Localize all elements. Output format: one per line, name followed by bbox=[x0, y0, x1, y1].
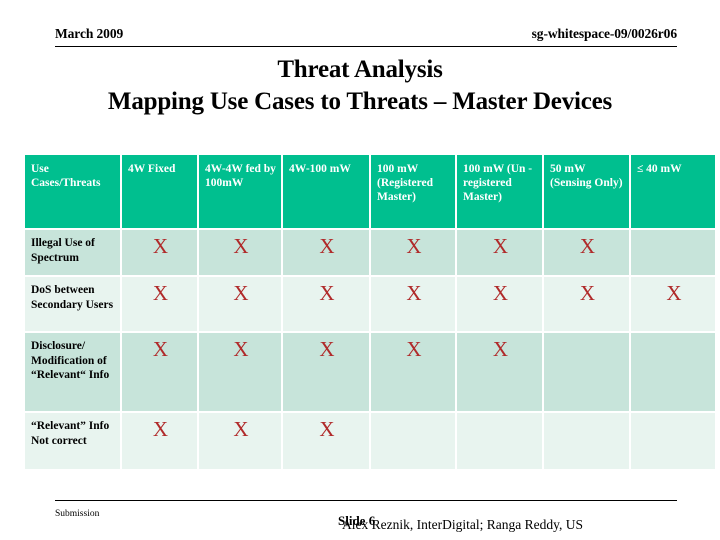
column-header-40mw: ≤ 40 mW bbox=[631, 155, 715, 228]
x-mark-icon: X bbox=[406, 337, 422, 361]
row-label: Disclosure/ Modification of “Relevant“ I… bbox=[25, 333, 120, 411]
x-mark-icon: X bbox=[233, 417, 249, 441]
threat-matrix-table: Use Cases/Threats 4W Fixed 4W-4W fed by … bbox=[23, 153, 717, 471]
cell-mark: X bbox=[122, 230, 197, 275]
x-mark-icon: X bbox=[406, 281, 422, 305]
cell-mark: X bbox=[199, 413, 281, 469]
header-divider bbox=[55, 46, 677, 47]
x-mark-icon: X bbox=[666, 281, 682, 305]
table-row: “Relevant” Info Not correct X X X bbox=[25, 413, 715, 469]
x-mark-icon: X bbox=[233, 337, 249, 361]
table-row: DoS between Secondary Users X X X X X X … bbox=[25, 277, 715, 331]
cell-mark: X bbox=[283, 230, 369, 275]
cell-mark: X bbox=[199, 333, 281, 411]
table-header-row: Use Cases/Threats 4W Fixed 4W-4W fed by … bbox=[25, 155, 715, 228]
row-label: Illegal Use of Spectrum bbox=[25, 230, 120, 275]
cell-mark: X bbox=[457, 277, 542, 331]
table-header-row-group: Use Cases/Threats 4W Fixed 4W-4W fed by … bbox=[25, 155, 715, 228]
cell-empty bbox=[631, 230, 715, 275]
cell-mark: X bbox=[371, 333, 455, 411]
x-mark-icon: X bbox=[152, 234, 169, 258]
cell-mark: X bbox=[283, 277, 369, 331]
cell-mark: X bbox=[283, 333, 369, 411]
cell-mark: X bbox=[371, 277, 455, 331]
header-document-id: sg-whitespace-09/0026r06 bbox=[531, 26, 677, 41]
cell-mark: X bbox=[283, 413, 369, 469]
cell-mark: X bbox=[371, 230, 455, 275]
x-mark-icon: X bbox=[319, 417, 335, 441]
cell-empty bbox=[631, 413, 715, 469]
cell-mark: X bbox=[199, 277, 281, 331]
cell-empty bbox=[371, 413, 455, 469]
cell-empty bbox=[457, 413, 542, 469]
column-header-use-cases: Use Cases/Threats bbox=[25, 155, 120, 228]
page-title: Threat Analysis bbox=[277, 56, 443, 83]
slide-header: March 2009 sg-whitespace-09/0026r06 bbox=[55, 26, 677, 48]
x-mark-icon: X bbox=[492, 281, 509, 305]
x-mark-icon: X bbox=[492, 337, 509, 361]
x-mark-icon: X bbox=[152, 337, 169, 361]
x-mark-icon: X bbox=[406, 234, 422, 258]
cell-empty bbox=[544, 333, 629, 411]
x-mark-icon: X bbox=[319, 281, 335, 305]
cell-empty bbox=[544, 413, 629, 469]
x-mark-icon: X bbox=[579, 234, 596, 258]
footer-authors: Alex Reznik, InterDigital; Ranga Reddy, … bbox=[342, 517, 583, 532]
x-mark-icon: X bbox=[233, 234, 249, 258]
row-label: DoS between Secondary Users bbox=[25, 277, 120, 331]
table-row: Disclosure/ Modification of “Relevant“ I… bbox=[25, 333, 715, 411]
cell-mark: X bbox=[544, 277, 629, 331]
column-header-50mw-sensing-only: 50 mW (Sensing Only) bbox=[544, 155, 629, 228]
column-header-4w-4w-fed-100mw: 4W-4W fed by 100mW bbox=[199, 155, 281, 228]
column-header-100mw-registered-master: 100 mW (Registered Master) bbox=[371, 155, 455, 228]
x-mark-icon: X bbox=[492, 234, 509, 258]
x-mark-icon: X bbox=[152, 417, 169, 441]
cell-mark: X bbox=[457, 230, 542, 275]
x-mark-icon: X bbox=[319, 234, 335, 258]
cell-mark: X bbox=[122, 277, 197, 331]
cell-mark: X bbox=[457, 333, 542, 411]
slide-footer: Submission Slide 6 Alex Reznik, InterDig… bbox=[55, 500, 677, 536]
x-mark-icon: X bbox=[152, 281, 169, 305]
page-subtitle: Mapping Use Cases to Threats – Master De… bbox=[107, 88, 613, 115]
header-date: March 2009 bbox=[55, 26, 124, 41]
slide-title-block: Threat Analysis Mapping Use Cases to Thr… bbox=[0, 55, 720, 117]
x-mark-icon: X bbox=[233, 281, 249, 305]
threat-matrix-table-container: Use Cases/Threats 4W Fixed 4W-4W fed by … bbox=[25, 155, 715, 469]
x-mark-icon: X bbox=[319, 337, 335, 361]
cell-mark: X bbox=[544, 230, 629, 275]
cell-mark: X bbox=[122, 413, 197, 469]
footer-divider bbox=[55, 500, 677, 501]
column-header-4w-100mw: 4W-100 mW bbox=[283, 155, 369, 228]
cell-mark: X bbox=[199, 230, 281, 275]
column-header-4w-fixed: 4W Fixed bbox=[122, 155, 197, 228]
row-label: “Relevant” Info Not correct bbox=[25, 413, 120, 469]
footer-submission-label: Submission bbox=[55, 509, 100, 519]
table-body: Illegal Use of Spectrum X X X X X X DoS … bbox=[25, 230, 715, 469]
x-mark-icon: X bbox=[579, 281, 596, 305]
table-row: Illegal Use of Spectrum X X X X X X bbox=[25, 230, 715, 275]
cell-mark: X bbox=[631, 277, 715, 331]
cell-empty bbox=[631, 333, 715, 411]
column-header-100mw-unregistered-master: 100 mW (Un - registered Master) bbox=[457, 155, 542, 228]
cell-mark: X bbox=[122, 333, 197, 411]
